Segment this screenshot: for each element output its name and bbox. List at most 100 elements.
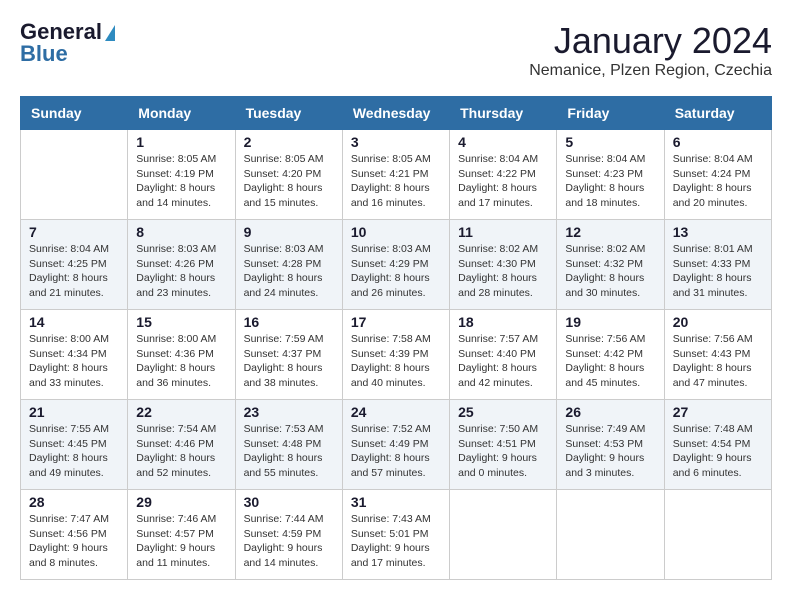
header-row: Sunday Monday Tuesday Wednesday Thursday… — [21, 97, 772, 130]
day-info: Sunrise: 8:02 AM Sunset: 4:30 PM Dayligh… — [458, 242, 548, 301]
table-row: 6 Sunrise: 8:04 AM Sunset: 4:24 PM Daylig… — [664, 130, 771, 220]
day-number: 5 — [565, 134, 655, 150]
col-thursday: Thursday — [450, 97, 557, 130]
table-row: 26 Sunrise: 7:49 AM Sunset: 4:53 PM Dayli… — [557, 400, 664, 490]
day-info: Sunrise: 8:05 AM Sunset: 4:21 PM Dayligh… — [351, 152, 441, 211]
table-row: 28 Sunrise: 7:47 AM Sunset: 4:56 PM Dayli… — [21, 490, 128, 580]
day-info: Sunrise: 8:03 AM Sunset: 4:28 PM Dayligh… — [244, 242, 334, 301]
col-monday: Monday — [128, 97, 235, 130]
day-info: Sunrise: 7:54 AM Sunset: 4:46 PM Dayligh… — [136, 422, 226, 481]
day-number: 31 — [351, 494, 441, 510]
day-number: 11 — [458, 224, 548, 240]
table-row — [21, 130, 128, 220]
day-number: 13 — [673, 224, 763, 240]
day-number: 15 — [136, 314, 226, 330]
table-row — [664, 490, 771, 580]
day-number: 28 — [29, 494, 119, 510]
table-row: 15 Sunrise: 8:00 AM Sunset: 4:36 PM Dayli… — [128, 310, 235, 400]
title-section: January 2024 Nemanice, Plzen Region, Cze… — [529, 20, 772, 80]
table-row: 2 Sunrise: 8:05 AM Sunset: 4:20 PM Daylig… — [235, 130, 342, 220]
day-number: 20 — [673, 314, 763, 330]
day-info: Sunrise: 7:56 AM Sunset: 4:43 PM Dayligh… — [673, 332, 763, 391]
table-row: 31 Sunrise: 7:43 AM Sunset: 5:01 PM Dayli… — [342, 490, 449, 580]
table-row — [450, 490, 557, 580]
table-row: 20 Sunrise: 7:56 AM Sunset: 4:43 PM Dayli… — [664, 310, 771, 400]
col-sunday: Sunday — [21, 97, 128, 130]
table-row: 9Sunrise: 8:03 AM Sunset: 4:28 PM Daylig… — [235, 220, 342, 310]
day-info: Sunrise: 7:49 AM Sunset: 4:53 PM Dayligh… — [565, 422, 655, 481]
day-info: Sunrise: 8:00 AM Sunset: 4:36 PM Dayligh… — [136, 332, 226, 391]
table-row: 1 Sunrise: 8:05 AM Sunset: 4:19 PM Daylig… — [128, 130, 235, 220]
logo-blue-text: Blue — [20, 42, 115, 66]
table-row: 3Sunrise: 8:05 AM Sunset: 4:21 PM Daylig… — [342, 130, 449, 220]
table-row: 21Sunrise: 7:55 AM Sunset: 4:45 PM Dayli… — [21, 400, 128, 490]
day-info: Sunrise: 7:59 AM Sunset: 4:37 PM Dayligh… — [244, 332, 334, 391]
day-number: 6 — [673, 134, 763, 150]
day-number: 21 — [29, 404, 119, 420]
day-info: Sunrise: 8:05 AM Sunset: 4:19 PM Dayligh… — [136, 152, 226, 211]
table-row: 8 Sunrise: 8:03 AM Sunset: 4:26 PM Daylig… — [128, 220, 235, 310]
day-number: 10 — [351, 224, 441, 240]
table-row: 18Sunrise: 7:57 AM Sunset: 4:40 PM Dayli… — [450, 310, 557, 400]
logo: General Blue — [20, 20, 115, 66]
day-number: 30 — [244, 494, 334, 510]
day-info: Sunrise: 7:47 AM Sunset: 4:56 PM Dayligh… — [29, 512, 119, 571]
day-info: Sunrise: 7:53 AM Sunset: 4:48 PM Dayligh… — [244, 422, 334, 481]
day-info: Sunrise: 8:04 AM Sunset: 4:25 PM Dayligh… — [29, 242, 119, 301]
day-number: 12 — [565, 224, 655, 240]
table-row: 30 Sunrise: 7:44 AM Sunset: 4:59 PM Dayli… — [235, 490, 342, 580]
table-row: 7 Sunrise: 8:04 AM Sunset: 4:25 PM Daylig… — [21, 220, 128, 310]
day-info: Sunrise: 7:43 AM Sunset: 5:01 PM Dayligh… — [351, 512, 441, 571]
day-info: Sunrise: 8:05 AM Sunset: 4:20 PM Dayligh… — [244, 152, 334, 211]
table-row: 29 Sunrise: 7:46 AM Sunset: 4:57 PM Dayli… — [128, 490, 235, 580]
day-number: 22 — [136, 404, 226, 420]
table-row: 19 Sunrise: 7:56 AM Sunset: 4:42 PM Dayli… — [557, 310, 664, 400]
day-info: Sunrise: 8:04 AM Sunset: 4:22 PM Dayligh… — [458, 152, 548, 211]
day-number: 14 — [29, 314, 119, 330]
day-info: Sunrise: 7:52 AM Sunset: 4:49 PM Dayligh… — [351, 422, 441, 481]
day-number: 23 — [244, 404, 334, 420]
calendar-week-1: 1 Sunrise: 8:05 AM Sunset: 4:19 PM Daylig… — [21, 130, 772, 220]
table-row: 17Sunrise: 7:58 AM Sunset: 4:39 PM Dayli… — [342, 310, 449, 400]
table-row: 5 Sunrise: 8:04 AM Sunset: 4:23 PM Daylig… — [557, 130, 664, 220]
table-row: 10Sunrise: 8:03 AM Sunset: 4:29 PM Dayli… — [342, 220, 449, 310]
day-number: 4 — [458, 134, 548, 150]
day-info: Sunrise: 8:00 AM Sunset: 4:34 PM Dayligh… — [29, 332, 119, 391]
day-number: 26 — [565, 404, 655, 420]
day-info: Sunrise: 8:01 AM Sunset: 4:33 PM Dayligh… — [673, 242, 763, 301]
day-info: Sunrise: 8:04 AM Sunset: 4:23 PM Dayligh… — [565, 152, 655, 211]
day-number: 27 — [673, 404, 763, 420]
day-number: 24 — [351, 404, 441, 420]
day-number: 18 — [458, 314, 548, 330]
day-info: Sunrise: 7:44 AM Sunset: 4:59 PM Dayligh… — [244, 512, 334, 571]
day-number: 17 — [351, 314, 441, 330]
day-number: 7 — [29, 224, 119, 240]
calendar-title: January 2024 — [529, 20, 772, 62]
table-row: 27 Sunrise: 7:48 AM Sunset: 4:54 PM Dayli… — [664, 400, 771, 490]
day-number: 19 — [565, 314, 655, 330]
day-number: 8 — [136, 224, 226, 240]
day-info: Sunrise: 8:04 AM Sunset: 4:24 PM Dayligh… — [673, 152, 763, 211]
day-info: Sunrise: 7:46 AM Sunset: 4:57 PM Dayligh… — [136, 512, 226, 571]
day-number: 29 — [136, 494, 226, 510]
day-info: Sunrise: 7:56 AM Sunset: 4:42 PM Dayligh… — [565, 332, 655, 391]
day-info: Sunrise: 8:03 AM Sunset: 4:26 PM Dayligh… — [136, 242, 226, 301]
table-row: 14 Sunrise: 8:00 AM Sunset: 4:34 PM Dayli… — [21, 310, 128, 400]
col-wednesday: Wednesday — [342, 97, 449, 130]
day-number: 16 — [244, 314, 334, 330]
day-number: 1 — [136, 134, 226, 150]
col-saturday: Saturday — [664, 97, 771, 130]
table-row: 22 Sunrise: 7:54 AM Sunset: 4:46 PM Dayli… — [128, 400, 235, 490]
calendar-week-4: 21Sunrise: 7:55 AM Sunset: 4:45 PM Dayli… — [21, 400, 772, 490]
day-number: 25 — [458, 404, 548, 420]
calendar-table: Sunday Monday Tuesday Wednesday Thursday… — [20, 96, 772, 580]
day-info: Sunrise: 8:02 AM Sunset: 4:32 PM Dayligh… — [565, 242, 655, 301]
calendar-week-2: 7 Sunrise: 8:04 AM Sunset: 4:25 PM Daylig… — [21, 220, 772, 310]
day-info: Sunrise: 7:50 AM Sunset: 4:51 PM Dayligh… — [458, 422, 548, 481]
day-info: Sunrise: 7:48 AM Sunset: 4:54 PM Dayligh… — [673, 422, 763, 481]
calendar-week-5: 28 Sunrise: 7:47 AM Sunset: 4:56 PM Dayli… — [21, 490, 772, 580]
table-row: 13 Sunrise: 8:01 AM Sunset: 4:33 PM Dayli… — [664, 220, 771, 310]
table-row — [557, 490, 664, 580]
calendar-week-3: 14 Sunrise: 8:00 AM Sunset: 4:34 PM Dayli… — [21, 310, 772, 400]
day-number: 2 — [244, 134, 334, 150]
